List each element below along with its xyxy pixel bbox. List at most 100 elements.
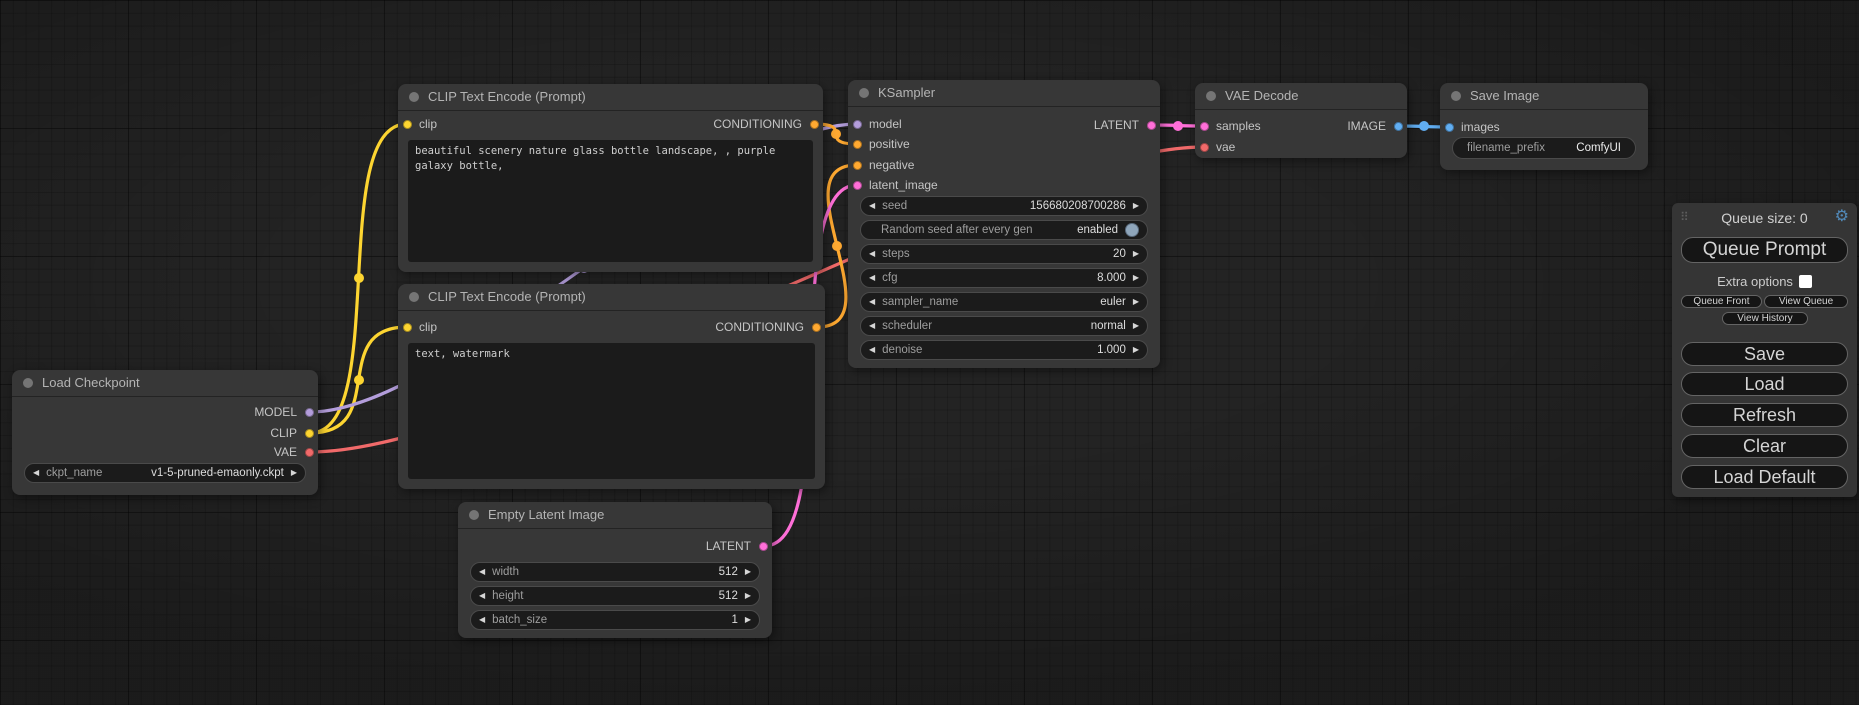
cfg-widget[interactable]: ◀ cfg 8.000 ▶ <box>860 268 1148 288</box>
gear-icon[interactable]: ⚙ <box>1835 209 1849 225</box>
increment-arrow-icon[interactable]: ▶ <box>745 616 751 624</box>
widget-value: 20 <box>1113 248 1126 260</box>
increment-arrow-icon[interactable]: ▶ <box>1133 250 1139 258</box>
queue-front-button[interactable]: Queue Front <box>1681 295 1762 308</box>
collapse-dot-icon[interactable] <box>409 292 419 302</box>
port-positive-input[interactable] <box>853 140 862 149</box>
view-queue-button[interactable]: View Queue <box>1764 295 1848 308</box>
port-negative-input[interactable] <box>853 161 862 170</box>
port-model-input[interactable] <box>853 120 862 129</box>
steps-widget[interactable]: ◀ steps 20 ▶ <box>860 244 1148 264</box>
decrement-arrow-icon[interactable]: ◀ <box>869 250 875 258</box>
increment-arrow-icon[interactable]: ▶ <box>1133 298 1139 306</box>
extra-options-checkbox[interactable] <box>1799 275 1812 288</box>
denoise-widget[interactable]: ◀ denoise 1.000 ▶ <box>860 340 1148 360</box>
node-header[interactable]: CLIP Text Encode (Prompt) <box>398 84 823 111</box>
node-header[interactable]: VAE Decode <box>1195 83 1407 110</box>
decrement-arrow-icon[interactable]: ◀ <box>869 274 875 282</box>
clear-button[interactable]: Clear <box>1681 434 1848 458</box>
increment-arrow-icon[interactable]: ▶ <box>1133 202 1139 210</box>
node-clip-text-encode-positive[interactable]: CLIP Text Encode (Prompt) clip CONDITION… <box>398 84 823 272</box>
decrement-arrow-icon[interactable]: ◀ <box>33 469 39 477</box>
height-widget[interactable]: ◀ height 512 ▶ <box>470 586 760 606</box>
increment-arrow-icon[interactable]: ▶ <box>1133 322 1139 330</box>
widget-label: sampler_name <box>882 296 958 308</box>
decrement-arrow-icon[interactable]: ◀ <box>479 568 485 576</box>
port-conditioning-output[interactable] <box>812 323 821 332</box>
collapse-dot-icon[interactable] <box>409 92 419 102</box>
widget-value: 156680208700286 <box>1030 200 1126 212</box>
filename-prefix-widget[interactable]: filename_prefix ComfyUI <box>1452 137 1636 159</box>
decrement-arrow-icon[interactable]: ◀ <box>479 616 485 624</box>
node-header[interactable]: CLIP Text Encode (Prompt) <box>398 284 825 311</box>
node-header[interactable]: Load Checkpoint <box>12 370 318 397</box>
widget-value: ComfyUI <box>1576 142 1621 154</box>
collapse-dot-icon[interactable] <box>1451 91 1461 101</box>
output-label-latent: LATENT <box>706 538 751 554</box>
decrement-arrow-icon[interactable]: ◀ <box>869 322 875 330</box>
node-header[interactable]: Empty Latent Image <box>458 502 772 529</box>
decrement-arrow-icon[interactable]: ◀ <box>479 592 485 600</box>
toggle-knob-icon[interactable] <box>1125 223 1139 237</box>
node-ksampler[interactable]: KSampler model positive negative latent_… <box>848 80 1160 368</box>
view-history-button[interactable]: View History <box>1722 312 1808 325</box>
increment-arrow-icon[interactable]: ▶ <box>745 568 751 576</box>
collapse-dot-icon[interactable] <box>469 510 479 520</box>
increment-arrow-icon[interactable]: ▶ <box>1133 346 1139 354</box>
widget-value: normal <box>1091 320 1126 332</box>
batch-size-widget[interactable]: ◀ batch_size 1 ▶ <box>470 610 760 630</box>
input-label-latent-image: latent_image <box>869 177 938 193</box>
port-latent-image-input[interactable] <box>853 181 862 190</box>
decrement-arrow-icon[interactable]: ◀ <box>869 346 875 354</box>
node-header[interactable]: Save Image <box>1440 83 1648 110</box>
port-vae-output[interactable] <box>305 448 314 457</box>
seed-widget[interactable]: ◀ seed 156680208700286 ▶ <box>860 196 1148 216</box>
graph-canvas[interactable]: Load Checkpoint MODEL CLIP VAE ◀ ckpt_na… <box>0 0 1859 705</box>
queue-prompt-button[interactable]: Queue Prompt <box>1681 237 1848 263</box>
collapse-dot-icon[interactable] <box>1206 91 1216 101</box>
refresh-button[interactable]: Refresh <box>1681 403 1848 427</box>
node-header[interactable]: KSampler <box>848 80 1160 107</box>
port-latent-output[interactable] <box>1147 121 1156 130</box>
port-conditioning-output[interactable] <box>810 120 819 129</box>
random-seed-toggle-widget[interactable]: Random seed after every gen enabled <box>860 220 1148 240</box>
increment-arrow-icon[interactable]: ▶ <box>291 469 297 477</box>
node-title: Save Image <box>1470 88 1539 103</box>
prompt-text-area[interactable]: text, watermark <box>408 343 815 479</box>
sampler-name-widget[interactable]: ◀ sampler_name euler ▶ <box>860 292 1148 312</box>
widget-value: enabled <box>1077 224 1118 236</box>
scheduler-widget[interactable]: ◀ scheduler normal ▶ <box>860 316 1148 336</box>
node-title: CLIP Text Encode (Prompt) <box>428 89 586 104</box>
widget-value: 1 <box>731 614 737 626</box>
widget-value: v1-5-pruned-emaonly.ckpt <box>151 467 284 479</box>
collapse-dot-icon[interactable] <box>859 88 869 98</box>
link-midpoint-dot <box>832 241 842 251</box>
port-clip-input[interactable] <box>403 120 412 129</box>
widget-label: width <box>492 566 519 578</box>
port-images-input[interactable] <box>1445 123 1454 132</box>
port-latent-output[interactable] <box>759 542 768 551</box>
ckpt-name-widget[interactable]: ◀ ckpt_name v1-5-pruned-emaonly.ckpt ▶ <box>24 463 306 483</box>
port-clip-output[interactable] <box>305 429 314 438</box>
prompt-text-area[interactable]: beautiful scenery nature glass bottle la… <box>408 140 813 262</box>
load-button[interactable]: Load <box>1681 372 1848 396</box>
decrement-arrow-icon[interactable]: ◀ <box>869 202 875 210</box>
node-clip-text-encode-negative[interactable]: CLIP Text Encode (Prompt) clip CONDITION… <box>398 284 825 489</box>
increment-arrow-icon[interactable]: ▶ <box>1133 274 1139 282</box>
node-load-checkpoint[interactable]: Load Checkpoint MODEL CLIP VAE ◀ ckpt_na… <box>12 370 318 495</box>
collapse-dot-icon[interactable] <box>23 378 33 388</box>
port-image-output[interactable] <box>1394 122 1403 131</box>
port-clip-input[interactable] <box>403 323 412 332</box>
increment-arrow-icon[interactable]: ▶ <box>745 592 751 600</box>
save-button[interactable]: Save <box>1681 342 1848 366</box>
decrement-arrow-icon[interactable]: ◀ <box>869 298 875 306</box>
node-save-image[interactable]: Save Image images filename_prefix ComfyU… <box>1440 83 1648 170</box>
width-widget[interactable]: ◀ width 512 ▶ <box>470 562 760 582</box>
widget-label: height <box>492 590 523 602</box>
node-empty-latent-image[interactable]: Empty Latent Image LATENT ◀ width 512 ▶ … <box>458 502 772 638</box>
load-default-button[interactable]: Load Default <box>1681 465 1848 489</box>
node-vae-decode[interactable]: VAE Decode samples vae IMAGE <box>1195 83 1407 158</box>
port-samples-input[interactable] <box>1200 122 1209 131</box>
port-model-output[interactable] <box>305 408 314 417</box>
port-vae-input[interactable] <box>1200 143 1209 152</box>
